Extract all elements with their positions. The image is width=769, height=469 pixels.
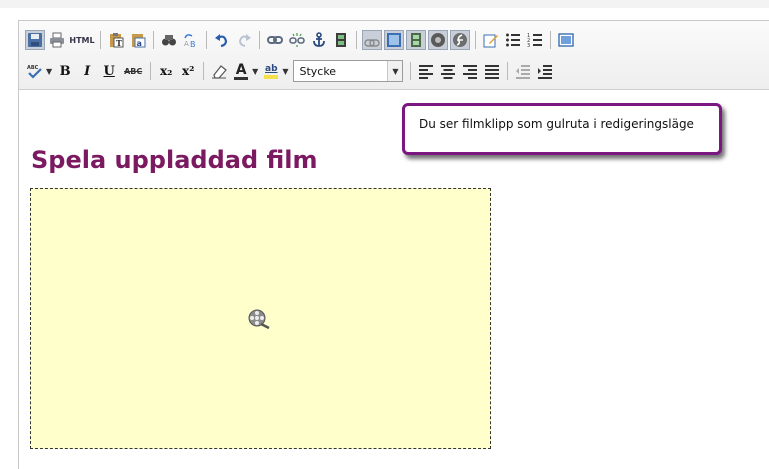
chevron-down-icon[interactable]: ▼ xyxy=(387,61,403,81)
page-heading: Spela uppladdad film xyxy=(31,146,318,174)
separator xyxy=(475,31,476,49)
font-color-swatch xyxy=(234,76,249,80)
fullscreen-icon[interactable] xyxy=(556,30,576,50)
align-left-icon[interactable] xyxy=(416,61,436,81)
print-icon[interactable] xyxy=(47,30,67,50)
movie-placeholder[interactable] xyxy=(30,188,491,449)
flash-icon[interactable] xyxy=(450,30,470,50)
chevron-down-icon[interactable]: ▼ xyxy=(252,67,258,76)
separator xyxy=(150,62,152,80)
unlink-icon[interactable] xyxy=(287,30,307,50)
numbered-list-icon[interactable]: 123 xyxy=(525,30,545,50)
font-color-button[interactable]: A xyxy=(231,61,251,81)
superscript-button[interactable]: x² xyxy=(178,61,198,81)
media-icon[interactable] xyxy=(331,30,351,50)
html-source-button[interactable]: HTML xyxy=(69,30,95,50)
separator xyxy=(153,31,154,49)
outdent-icon[interactable] xyxy=(513,61,533,81)
align-right-icon[interactable] xyxy=(460,61,480,81)
align-justify-icon[interactable] xyxy=(482,61,502,81)
link-icon[interactable] xyxy=(265,30,285,50)
window-top-strip xyxy=(0,0,769,8)
paste-text-icon[interactable]: T xyxy=(106,30,126,50)
save-icon[interactable] xyxy=(25,30,45,50)
separator xyxy=(203,62,205,80)
toolbar-row-2: ABC ▼ B I U ABC x₂ x² A ▼ ab ▼ Stycke ▼ xyxy=(25,59,557,83)
paste-word-icon[interactable]: a xyxy=(128,30,148,50)
format-select-value: Stycke xyxy=(299,64,337,78)
redo-icon[interactable] xyxy=(234,30,254,50)
image-insert-icon[interactable] xyxy=(384,30,404,50)
bullet-list-icon[interactable] xyxy=(503,30,523,50)
font-color-label: A xyxy=(235,61,247,78)
anchor-icon[interactable] xyxy=(309,30,329,50)
svg-text:T: T xyxy=(116,38,122,48)
align-center-icon[interactable] xyxy=(438,61,458,81)
editor-toolbar: HTML T a BA 1 2 3 ABC ▼ B I U ABC x₂ x² … xyxy=(19,21,769,90)
highlight-label: ab xyxy=(265,64,278,74)
svg-text:ABC: ABC xyxy=(27,65,39,71)
chevron-down-icon[interactable]: ▼ xyxy=(282,67,288,76)
quicktime-icon[interactable] xyxy=(428,30,448,50)
edit-icon[interactable] xyxy=(481,30,501,50)
italic-button[interactable]: I xyxy=(77,61,97,81)
svg-text:a: a xyxy=(137,39,142,48)
toolbar-row-1: HTML T a BA 1 2 3 xyxy=(25,28,578,52)
image-icon[interactable] xyxy=(362,30,382,50)
indent-icon[interactable] xyxy=(535,61,555,81)
separator xyxy=(206,31,207,49)
highlight-button[interactable]: ab xyxy=(261,61,281,81)
separator xyxy=(410,62,412,80)
subscript-button[interactable]: x₂ xyxy=(156,61,176,81)
format-select[interactable]: Stycke ▼ xyxy=(293,60,404,82)
rich-text-editor: HTML T a BA 1 2 3 ABC ▼ B I U ABC x₂ x² … xyxy=(18,20,769,469)
separator xyxy=(507,62,509,80)
svg-text:A: A xyxy=(184,40,189,48)
underline-button[interactable]: U xyxy=(99,61,119,81)
find-icon[interactable] xyxy=(159,30,179,50)
separator xyxy=(550,31,551,49)
tooltip-callout: Du ser filmklipp som gulruta i redigerin… xyxy=(402,103,722,155)
svg-text:B: B xyxy=(190,40,196,48)
separator xyxy=(356,31,357,49)
svg-text:3: 3 xyxy=(527,43,530,48)
html-label: HTML xyxy=(69,35,95,45)
separator xyxy=(100,31,101,49)
movie-insert-icon[interactable] xyxy=(406,30,426,50)
chevron-down-icon[interactable]: ▼ xyxy=(46,67,52,76)
film-reel-icon xyxy=(248,309,270,330)
replace-icon[interactable]: BA xyxy=(181,30,201,50)
strikethrough-button[interactable]: ABC xyxy=(121,61,145,81)
separator xyxy=(259,31,260,49)
eraser-icon[interactable] xyxy=(209,61,229,81)
undo-icon[interactable] xyxy=(212,30,232,50)
bold-button[interactable]: B xyxy=(55,61,75,81)
highlight-swatch xyxy=(264,75,279,79)
spellcheck-icon[interactable]: ABC xyxy=(25,61,45,81)
